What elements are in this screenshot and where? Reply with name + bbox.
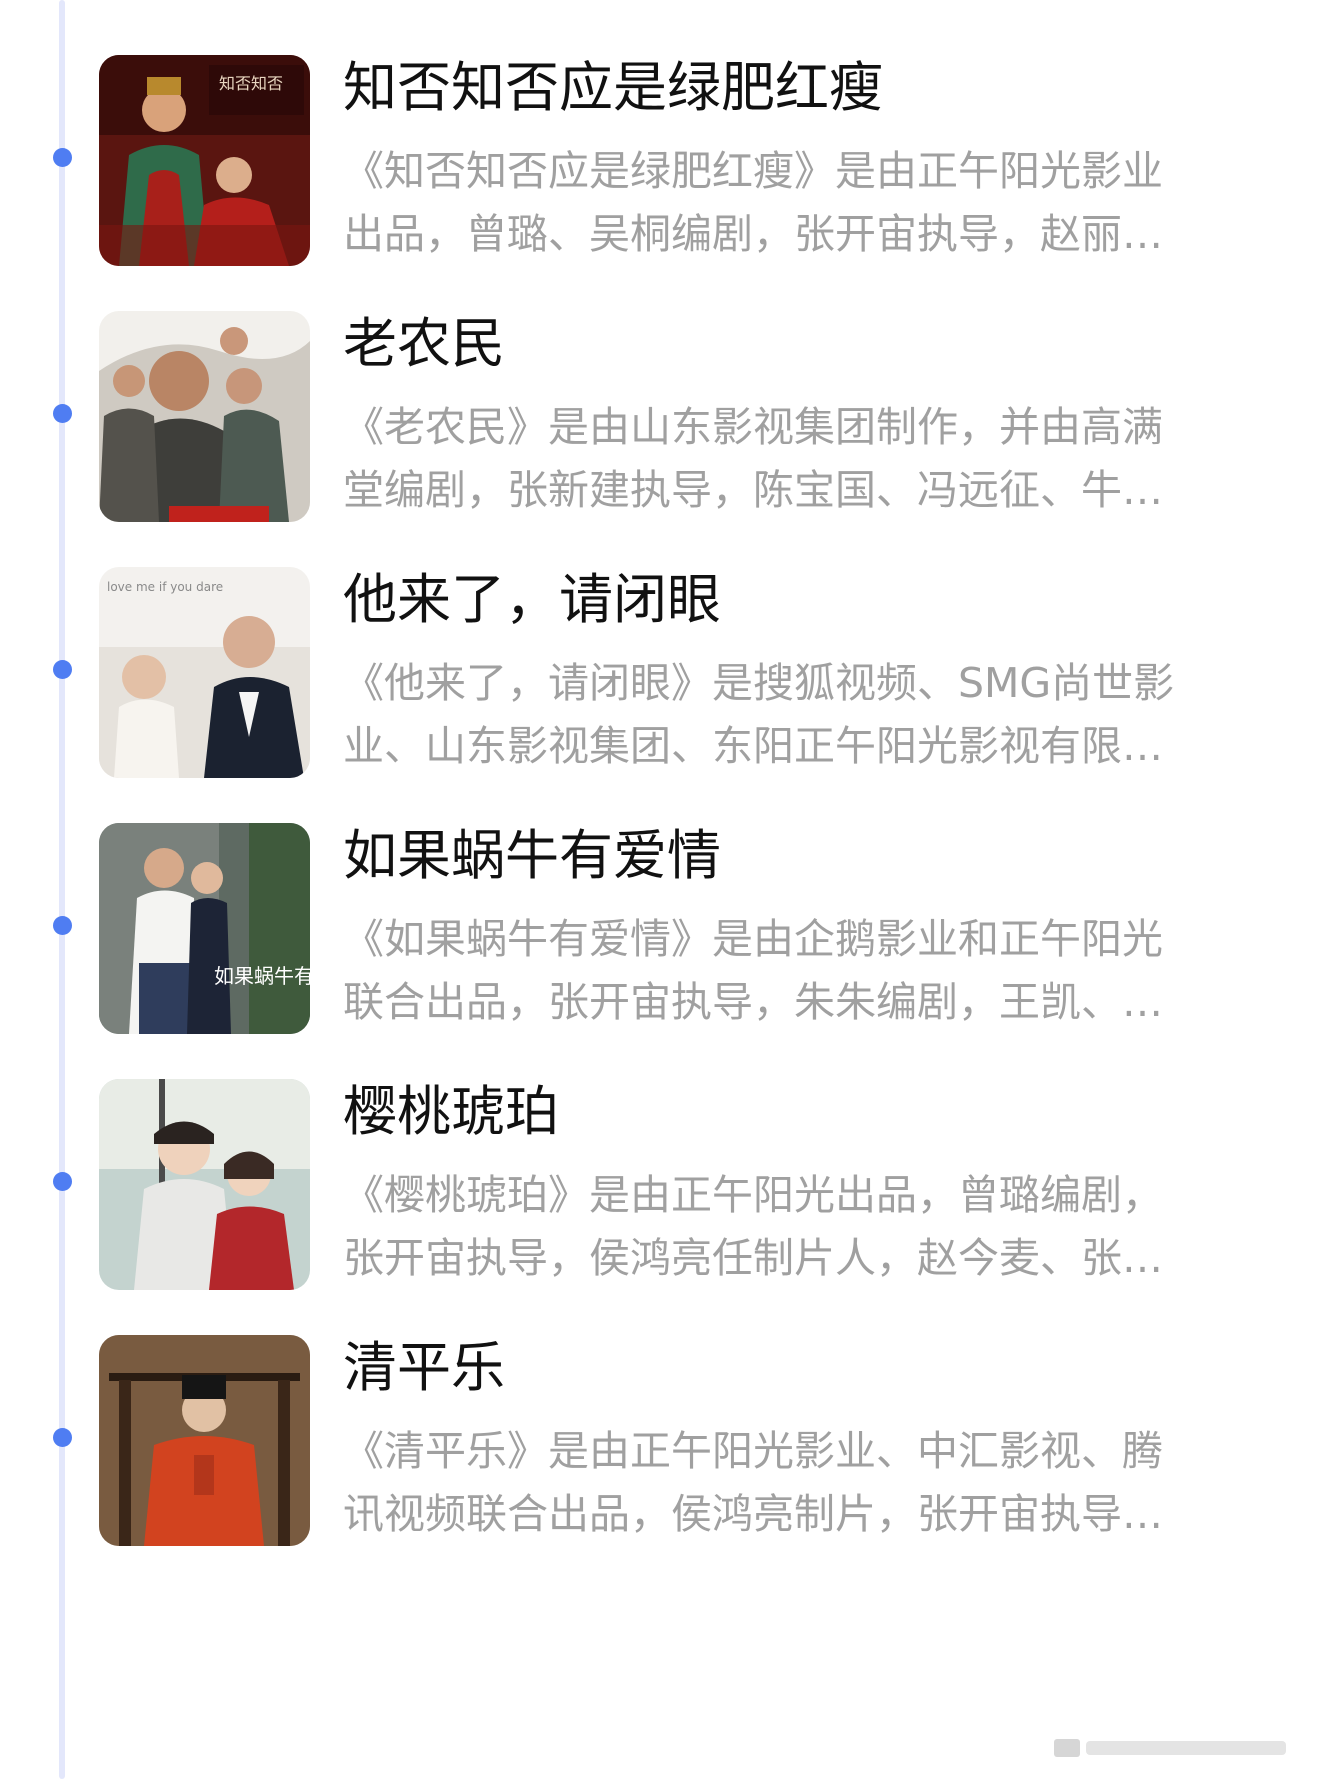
poster-talaile-text: love me if you dare bbox=[107, 580, 223, 594]
list-item[interactable]: 老农民 《老农民》是由山东影视集团制作，并由高满 堂编剧，张新建执导，陈宝国、冯… bbox=[0, 304, 1320, 522]
description-line-2: 出品，曾璐、吴桐编剧，张开宙执导，赵丽… bbox=[343, 210, 1163, 258]
watermark bbox=[1054, 1731, 1294, 1765]
watermark-image bbox=[1054, 1739, 1286, 1757]
timeline-dot bbox=[53, 1172, 72, 1191]
timeline-dot bbox=[53, 1428, 72, 1447]
item-description: 《如果蜗牛有爱情》是由企鹅影业和正午阳光 联合出品，张开宙执导，朱朱编剧，王凯、… bbox=[343, 908, 1243, 1048]
poster-zhifou-text: 知否知否 bbox=[219, 74, 283, 93]
item-title[interactable]: 他来了，请闭眼 bbox=[343, 560, 1243, 640]
list-item[interactable]: 清平乐 《清平乐》是由正午阳光影业、中汇影视、腾 讯视频联合出品，侯鸿亮制片，张… bbox=[0, 1328, 1320, 1546]
description-line-1: 《樱桃琥珀》是由正午阳光出品，曾璐编剧， bbox=[343, 1171, 1163, 1219]
item-title[interactable]: 樱桃琥珀 bbox=[343, 1072, 1243, 1152]
poster-talaile-image: love me if you dare bbox=[99, 567, 310, 778]
item-title[interactable]: 如果蜗牛有爱情 bbox=[343, 816, 1243, 896]
poster-laonongmin-image bbox=[99, 311, 310, 522]
poster-zhifou-image: 知否知否 bbox=[99, 55, 310, 266]
description-line-2: 业、山东影视集团、东阳正午阳光影视有限… bbox=[343, 722, 1163, 770]
item-description: 《他来了，请闭眼》是搜狐视频、SMG尚世影 业、山东影视集团、东阳正午阳光影视有… bbox=[343, 652, 1243, 792]
poster-qingpingle[interactable] bbox=[99, 1335, 310, 1546]
item-description: 《老农民》是由山东影视集团制作，并由高满 堂编剧，张新建执导，陈宝国、冯远征、牛… bbox=[343, 396, 1243, 536]
poster-zhifou[interactable]: 知否知否 bbox=[99, 55, 310, 266]
poster-laonongmin[interactable] bbox=[99, 311, 310, 522]
list-item[interactable]: 樱桃琥珀 《樱桃琥珀》是由正午阳光出品，曾璐编剧， 张开宙执导，侯鸿亮任制片人，… bbox=[0, 1072, 1320, 1290]
poster-qingpingle-image bbox=[99, 1335, 310, 1546]
poster-talaile[interactable]: love me if you dare bbox=[99, 567, 310, 778]
drama-list: 知否知否 知否知否应是绿肥红瘦 《知否知否应是绿肥红瘦》是由正午阳光影业 出品，… bbox=[0, 0, 1320, 1779]
item-title[interactable]: 知否知否应是绿肥红瘦 bbox=[343, 48, 1243, 128]
timeline-dot bbox=[53, 404, 72, 423]
description-line-1: 《清平乐》是由正午阳光影业、中汇影视、腾 bbox=[343, 1427, 1163, 1475]
description-line-1: 《知否知否应是绿肥红瘦》是由正午阳光影业 bbox=[343, 147, 1163, 195]
list-item[interactable]: 如果蜗牛有爱情 如果蜗牛有爱情 《如果蜗牛有爱情》是由企鹅影业和正午阳光 联合出… bbox=[0, 816, 1320, 1034]
poster-woniu-text: 如果蜗牛有爱情 bbox=[214, 964, 310, 988]
description-line-2: 张开宙执导，侯鸿亮任制片人，赵今麦、张… bbox=[343, 1234, 1163, 1282]
list-item[interactable]: love me if you dare 他来了，请闭眼 《他来了，请闭眼》是搜狐… bbox=[0, 560, 1320, 778]
list-item[interactable]: 知否知否 知否知否应是绿肥红瘦 《知否知否应是绿肥红瘦》是由正午阳光影业 出品，… bbox=[0, 48, 1320, 266]
item-description: 《樱桃琥珀》是由正午阳光出品，曾璐编剧， 张开宙执导，侯鸿亮任制片人，赵今麦、张… bbox=[343, 1164, 1243, 1304]
description-line-1: 《如果蜗牛有爱情》是由企鹅影业和正午阳光 bbox=[343, 915, 1163, 963]
item-description: 《清平乐》是由正午阳光影业、中汇影视、腾 讯视频联合出品，侯鸿亮制片，张开宙执导… bbox=[343, 1420, 1243, 1560]
description-line-1: 《老农民》是由山东影视集团制作，并由高满 bbox=[343, 403, 1163, 451]
description-line-1: 《他来了，请闭眼》是搜狐视频、SMG尚世影 bbox=[343, 659, 1175, 707]
description-line-2: 堂编剧，张新建执导，陈宝国、冯远征、牛… bbox=[343, 466, 1163, 514]
timeline-dot bbox=[53, 148, 72, 167]
poster-yingtao[interactable] bbox=[99, 1079, 310, 1290]
poster-yingtao-image bbox=[99, 1079, 310, 1290]
item-description: 《知否知否应是绿肥红瘦》是由正午阳光影业 出品，曾璐、吴桐编剧，张开宙执导，赵丽… bbox=[343, 140, 1243, 280]
item-title[interactable]: 清平乐 bbox=[343, 1328, 1243, 1408]
poster-woniu-image: 如果蜗牛有爱情 bbox=[99, 823, 310, 1034]
timeline-dot bbox=[53, 660, 72, 679]
item-title[interactable]: 老农民 bbox=[343, 304, 1243, 384]
timeline-dot bbox=[53, 916, 72, 935]
description-line-2: 讯视频联合出品，侯鸿亮制片，张开宙执导… bbox=[343, 1490, 1163, 1538]
description-line-2: 联合出品，张开宙执导，朱朱编剧，王凯、… bbox=[343, 978, 1163, 1026]
poster-woniu[interactable]: 如果蜗牛有爱情 bbox=[99, 823, 310, 1034]
